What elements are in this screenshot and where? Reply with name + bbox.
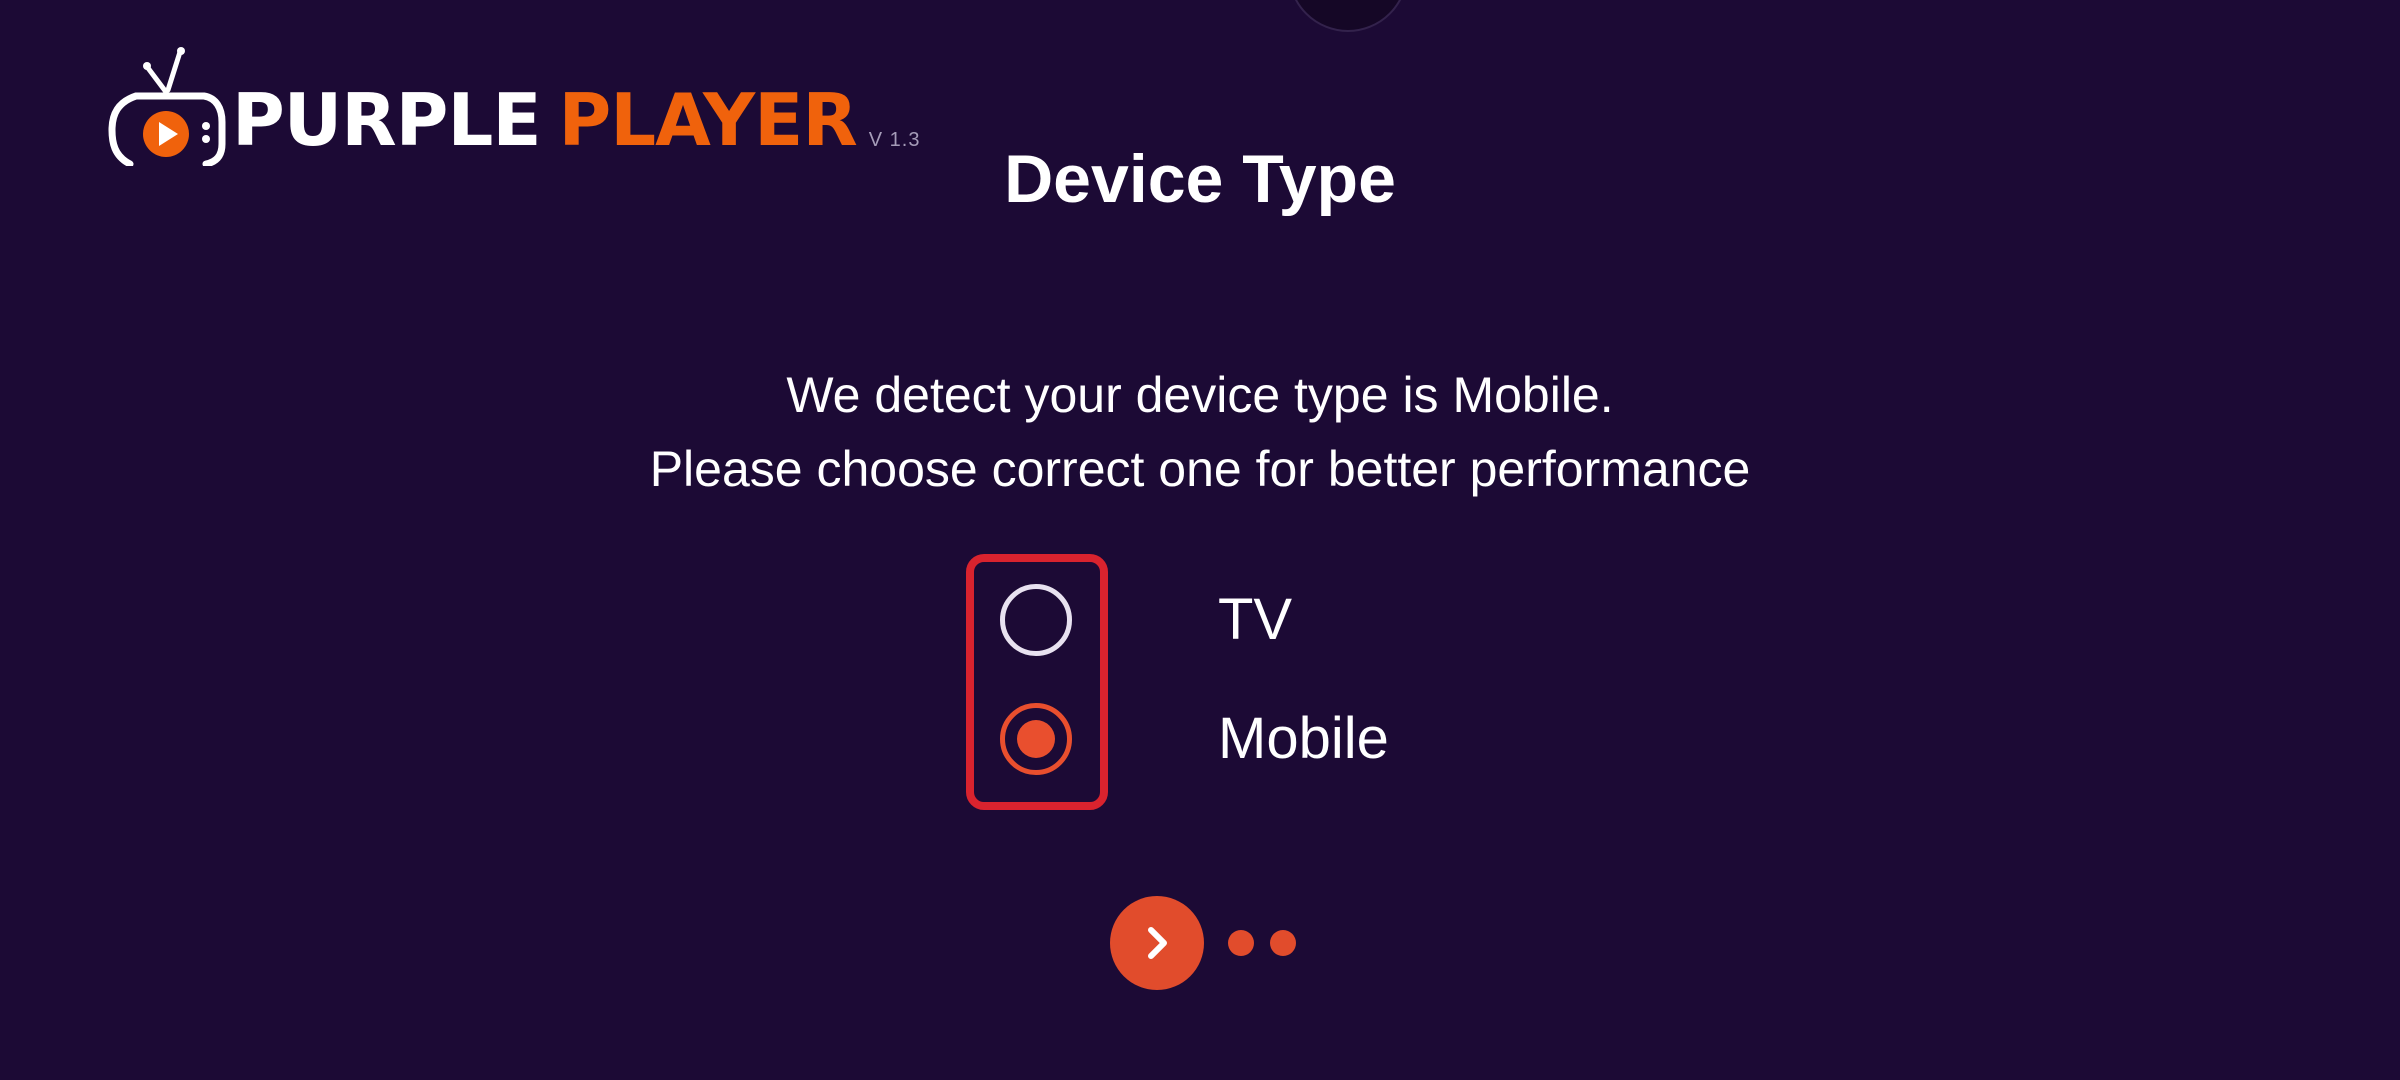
device-option-label-mobile[interactable]: Mobile xyxy=(1218,699,1389,779)
page-title: Device Type xyxy=(1004,141,1396,217)
message-line-1: We detect your device type is Mobile. xyxy=(786,367,1614,423)
device-type-screen: PURPLE PLAYER V 1.3 Device Type We detec… xyxy=(0,0,2400,1080)
chevron-right-icon xyxy=(1148,927,1167,959)
next-button[interactable] xyxy=(1110,896,1204,990)
radio-button-mobile[interactable] xyxy=(1000,703,1072,775)
device-option-label-tv[interactable]: TV xyxy=(1218,580,1292,660)
camera-cutout xyxy=(1288,0,1408,32)
pager-dot xyxy=(1228,930,1254,956)
message-line-2: Please choose correct one for better per… xyxy=(649,441,1751,497)
pager-dot xyxy=(1270,930,1296,956)
device-option-mobile[interactable]: Mobile xyxy=(1000,699,1389,779)
radio-button-tv[interactable] xyxy=(1000,584,1072,656)
device-detection-message: We detect your device type is Mobile. Pl… xyxy=(0,358,2400,506)
device-option-tv[interactable]: TV xyxy=(1000,580,1292,660)
